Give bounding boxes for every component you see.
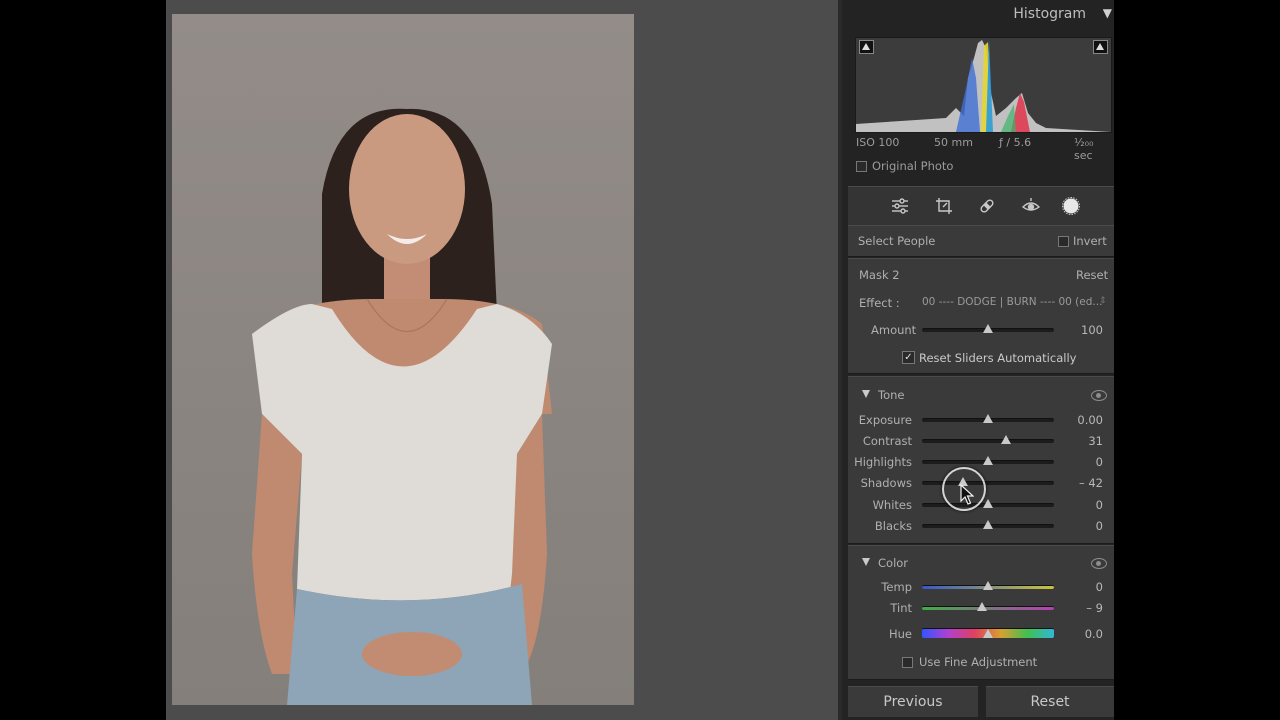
highlights-value[interactable]: 0 bbox=[1063, 455, 1103, 469]
shadow-clipping-icon[interactable] bbox=[859, 40, 874, 54]
tint-value[interactable]: – 9 bbox=[1063, 601, 1103, 615]
mask-section: Mask 2 Reset Effect : 00 ---- DODGE | BU… bbox=[848, 258, 1114, 374]
tone-title[interactable]: Tone bbox=[878, 388, 904, 402]
tint-thumb[interactable] bbox=[977, 602, 987, 611]
tint-slider[interactable] bbox=[922, 606, 1054, 610]
original-photo-label: Original Photo bbox=[872, 159, 954, 173]
shadows-label: Shadows bbox=[860, 476, 912, 490]
color-visibility-icon[interactable] bbox=[1091, 558, 1107, 569]
exif-focal: 50 mm bbox=[934, 136, 973, 149]
tone-collapse-icon[interactable] bbox=[862, 390, 870, 398]
fine-adjust-label[interactable]: Use Fine Adjustment bbox=[919, 655, 1037, 669]
histogram-graph[interactable] bbox=[855, 37, 1112, 133]
exif-shutter: ¹⁄₂₀₀ sec bbox=[1074, 136, 1094, 162]
select-people-label[interactable]: Select People bbox=[858, 234, 935, 248]
contrast-value[interactable]: 31 bbox=[1063, 434, 1103, 448]
contrast-label: Contrast bbox=[862, 434, 912, 448]
amount-label: Amount bbox=[871, 323, 917, 337]
whites-label: Whites bbox=[872, 498, 912, 512]
exposure-label: Exposure bbox=[858, 413, 912, 427]
color-collapse-icon[interactable] bbox=[862, 558, 870, 566]
effect-label: Effect : bbox=[859, 296, 900, 310]
tone-section: Tone Exposure 0.00 Contrast 31 Highlight… bbox=[848, 376, 1114, 544]
crop-icon[interactable] bbox=[933, 195, 955, 217]
temp-label: Temp bbox=[881, 580, 912, 594]
healing-icon[interactable] bbox=[976, 195, 998, 217]
contrast-thumb[interactable] bbox=[1001, 435, 1011, 444]
fine-adjust-checkbox[interactable] bbox=[902, 657, 913, 668]
amount-slider-thumb[interactable] bbox=[983, 324, 993, 333]
collapse-arrow-icon[interactable]: ▼ bbox=[1103, 6, 1112, 20]
hue-thumb[interactable] bbox=[983, 629, 993, 638]
hue-value[interactable]: 0.0 bbox=[1063, 627, 1103, 641]
redeye-icon[interactable] bbox=[1020, 195, 1042, 217]
letterbox bbox=[1114, 0, 1280, 720]
original-photo-toggle[interactable]: Original Photo bbox=[856, 159, 953, 173]
portrait-image bbox=[172, 14, 634, 705]
mouse-cursor-icon bbox=[960, 484, 974, 505]
temp-value[interactable]: 0 bbox=[1063, 580, 1103, 594]
temp-thumb[interactable] bbox=[983, 581, 993, 590]
whites-value[interactable]: 0 bbox=[1063, 498, 1103, 512]
blacks-label: Blacks bbox=[874, 519, 912, 533]
exif-aperture: ƒ / 5.6 bbox=[999, 136, 1032, 149]
highlights-thumb[interactable] bbox=[983, 456, 993, 465]
mask-icon[interactable] bbox=[1060, 195, 1082, 217]
reset-button[interactable]: Reset bbox=[986, 686, 1114, 717]
sliders-icon[interactable] bbox=[889, 195, 911, 217]
highlight-clipping-icon[interactable] bbox=[1093, 40, 1108, 54]
blacks-value[interactable]: 0 bbox=[1063, 519, 1103, 533]
highlights-label: Highlights bbox=[854, 455, 912, 469]
tint-label: Tint bbox=[890, 601, 912, 615]
contrast-slider[interactable] bbox=[922, 439, 1054, 443]
dropdown-arrow-icon[interactable]: ⇕ bbox=[1099, 296, 1107, 306]
shadows-value[interactable]: – 42 bbox=[1063, 476, 1103, 490]
color-section: Color Temp 0 Tint – 9 Hue 0.0 Use Fine A… bbox=[848, 545, 1114, 680]
exposure-thumb[interactable] bbox=[983, 414, 993, 423]
mask-reset-button[interactable]: Reset bbox=[1076, 268, 1108, 282]
reset-sliders-label[interactable]: Reset Sliders Automatically bbox=[919, 351, 1076, 365]
invert-checkbox[interactable] bbox=[1058, 236, 1069, 247]
amount-value[interactable]: 100 bbox=[1063, 323, 1103, 337]
mask-name: Mask 2 bbox=[859, 268, 900, 282]
develop-panel: Histogram ▼ ISO 100 50 mm ƒ / 5.6 ¹⁄₂₀₀ … bbox=[842, 0, 1114, 720]
blacks-thumb[interactable] bbox=[983, 520, 993, 529]
invert-label[interactable]: Invert bbox=[1073, 234, 1107, 248]
effect-preset-dropdown[interactable]: 00 ---- DODGE | BURN ---- 00 (ed... bbox=[922, 296, 1102, 308]
histogram-title[interactable]: Histogram bbox=[1013, 6, 1086, 22]
histogram-curve bbox=[856, 40, 1111, 132]
previous-button[interactable]: Previous bbox=[848, 686, 978, 717]
tone-visibility-icon[interactable] bbox=[1091, 390, 1107, 401]
color-title[interactable]: Color bbox=[878, 556, 908, 570]
reset-sliders-checkbox[interactable]: ✓ bbox=[902, 351, 915, 364]
portrait-photo[interactable] bbox=[172, 14, 634, 705]
select-people-bar: Select People Invert bbox=[848, 225, 1114, 257]
hue-label: Hue bbox=[888, 627, 912, 641]
exif-iso: ISO 100 bbox=[856, 136, 900, 149]
tool-strip bbox=[848, 186, 1114, 226]
exposure-value[interactable]: 0.00 bbox=[1063, 413, 1103, 427]
original-photo-checkbox[interactable] bbox=[856, 160, 867, 172]
whites-thumb[interactable] bbox=[983, 499, 993, 508]
